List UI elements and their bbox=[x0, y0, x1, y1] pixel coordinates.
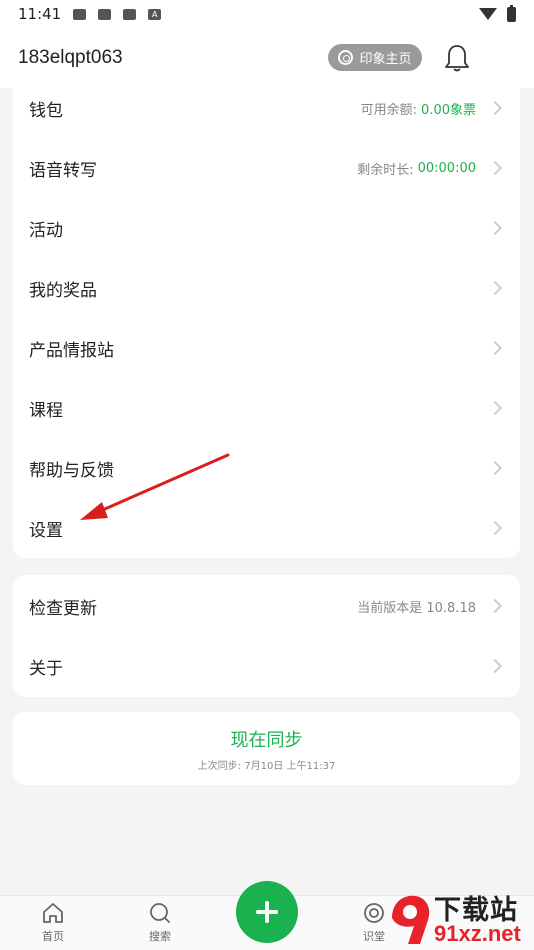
menu-item-label: 课程 bbox=[29, 400, 63, 421]
watermark-url: 91xz.net bbox=[434, 921, 521, 946]
chevron-right-icon bbox=[487, 658, 503, 674]
menu-card: 钱包 可用余额: 0.00象票 语音转写 剩余时长: 00:00:00 活动 我… bbox=[13, 78, 520, 558]
menu-item-about[interactable]: 关于 bbox=[13, 636, 520, 696]
menu-item-value: 00:00:00 bbox=[417, 160, 476, 176]
menu-item-label: 我的奖品 bbox=[29, 280, 97, 301]
menu-item-label: 活动 bbox=[29, 220, 63, 241]
menu-item-wallet[interactable]: 钱包 可用余额: 0.00象票 bbox=[13, 78, 520, 138]
watermark: 下载站 91xz.net bbox=[386, 888, 534, 950]
menu-item-label: 设置 bbox=[29, 520, 63, 541]
tab-home[interactable]: 首页 bbox=[23, 902, 83, 944]
last-sync-text: 上次同步: 7月10日 上午11:37 bbox=[197, 761, 336, 772]
menu-item-voice-transcription[interactable]: 语音转写 剩余时长: 00:00:00 bbox=[13, 138, 520, 198]
mail-icon bbox=[73, 8, 87, 20]
mail-icon bbox=[98, 8, 112, 20]
target-icon bbox=[364, 903, 384, 923]
menu-item-activities[interactable]: 活动 bbox=[13, 198, 520, 258]
tab-label: 搜索 bbox=[149, 930, 171, 943]
account-name: 183elqpt063 bbox=[18, 47, 123, 68]
menu-item-value: 0.00象票 bbox=[421, 102, 476, 118]
version-text: 当前版本是 10.8.18 bbox=[357, 600, 476, 616]
home-page-button[interactable]: 印象主页 bbox=[328, 44, 422, 71]
menu-item-label: 帮助与反馈 bbox=[29, 460, 114, 481]
notification-a-icon: A bbox=[148, 8, 162, 20]
search-icon bbox=[150, 903, 170, 923]
menu-item-label: 语音转写 bbox=[29, 160, 97, 181]
menu-item-label: 检查更新 bbox=[29, 598, 97, 619]
wifi-icon bbox=[479, 8, 497, 20]
chevron-right-icon bbox=[487, 460, 503, 476]
menu-item-help-feedback[interactable]: 帮助与反馈 bbox=[13, 438, 520, 498]
menu-item-product-news[interactable]: 产品情报站 bbox=[13, 318, 520, 378]
about-card: 检查更新 当前版本是 10.8.18 关于 bbox=[13, 575, 520, 697]
sync-card[interactable]: 现在同步 上次同步: 7月10日 上午11:37 bbox=[13, 712, 520, 785]
menu-item-label: 钱包 bbox=[29, 100, 63, 121]
home-page-icon bbox=[338, 50, 354, 65]
status-time: 11:41 bbox=[18, 5, 62, 23]
watermark-logo-icon bbox=[392, 895, 430, 944]
mail-icon bbox=[123, 8, 137, 20]
menu-item-my-prizes[interactable]: 我的奖品 bbox=[13, 258, 520, 318]
menu-item-label: 产品情报站 bbox=[29, 340, 114, 361]
add-note-button[interactable] bbox=[236, 881, 298, 943]
home-icon bbox=[43, 903, 63, 923]
tab-label: 识堂 bbox=[363, 930, 385, 943]
sync-now-button[interactable]: 现在同步 bbox=[13, 726, 520, 752]
menu-item-hint: 可用余额: bbox=[360, 102, 418, 118]
menu-item-settings[interactable]: 设置 bbox=[13, 498, 520, 558]
chevron-right-icon bbox=[487, 100, 503, 116]
chevron-right-icon bbox=[487, 598, 503, 614]
chevron-right-icon bbox=[487, 280, 503, 296]
menu-item-check-update[interactable]: 检查更新 当前版本是 10.8.18 bbox=[13, 576, 520, 636]
chevron-right-icon bbox=[487, 520, 503, 536]
menu-item-label: 关于 bbox=[29, 658, 63, 679]
menu-item-hint: 剩余时长: bbox=[357, 162, 414, 178]
tab-search[interactable]: 搜索 bbox=[130, 902, 190, 944]
bell-icon[interactable] bbox=[444, 43, 470, 73]
chevron-right-icon bbox=[487, 400, 503, 416]
menu-item-courses[interactable]: 课程 bbox=[13, 378, 520, 438]
chevron-right-icon bbox=[487, 340, 503, 356]
home-page-label: 印象主页 bbox=[359, 52, 412, 67]
status-bar: 11:41 A bbox=[0, 0, 534, 28]
tab-label: 首页 bbox=[42, 930, 64, 943]
battery-icon bbox=[507, 4, 516, 22]
chevron-right-icon bbox=[487, 220, 503, 236]
chevron-right-icon bbox=[487, 160, 503, 176]
